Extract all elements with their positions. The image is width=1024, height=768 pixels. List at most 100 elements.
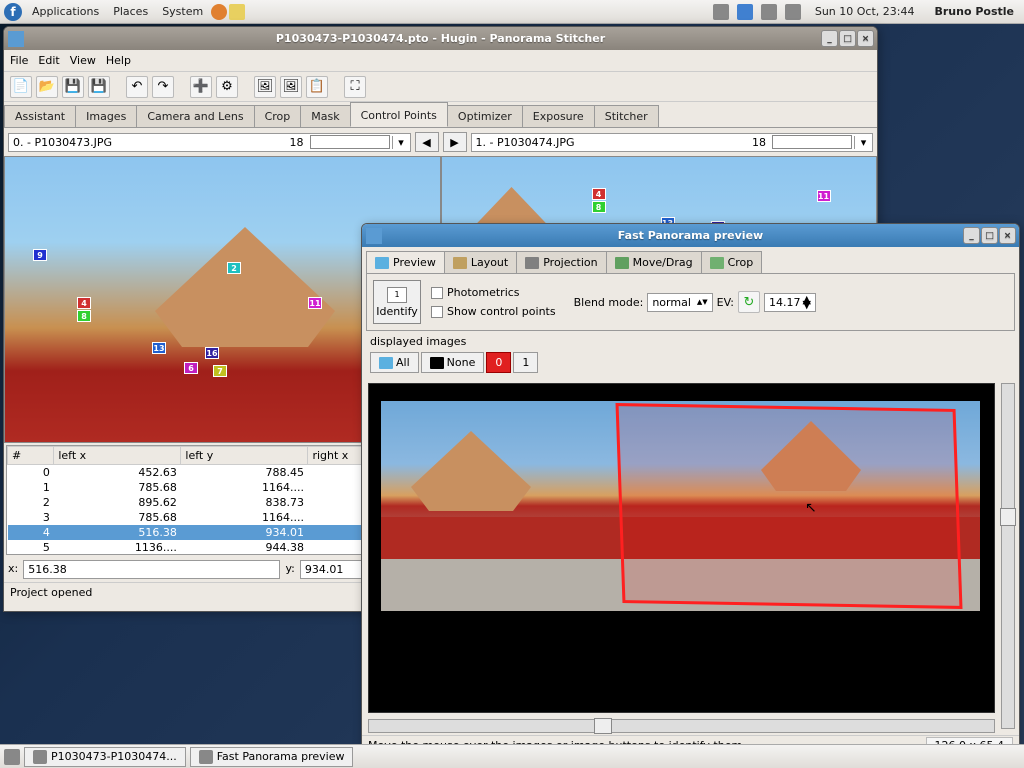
hugin-titlebar[interactable]: P1030473-P1030474.pto - Hugin - Panorama… <box>4 27 877 50</box>
menu-edit[interactable]: Edit <box>38 54 59 67</box>
ptab-preview[interactable]: Preview <box>366 251 445 273</box>
col-leftx[interactable]: left x <box>54 447 181 465</box>
all-button[interactable]: All <box>370 352 419 373</box>
photometrics-label: Photometrics <box>447 286 520 299</box>
right-image-select[interactable]: 1. - P1030474.JPG 18 ▾ <box>471 133 874 152</box>
hugin-task-icon <box>33 750 47 764</box>
ptab-layout[interactable]: Layout <box>444 251 517 273</box>
ev-reset-icon[interactable]: ↻ <box>738 291 760 313</box>
movedrag-icon <box>615 257 629 269</box>
hugin-tabbar: Assistant Images Camera and Lens Crop Ma… <box>4 102 877 128</box>
left-image-count: 18 <box>286 134 308 151</box>
hugin-app-icon <box>8 31 24 47</box>
none-icon <box>430 357 444 369</box>
open-icon[interactable]: 📂 <box>36 76 58 98</box>
tab-crop[interactable]: Crop <box>254 105 302 127</box>
preview-canvas[interactable]: ↖ <box>368 383 995 713</box>
volume-icon[interactable] <box>713 4 729 20</box>
task-hugin[interactable]: P1030473-P1030474... <box>24 747 186 767</box>
tab-stitcher[interactable]: Stitcher <box>594 105 659 127</box>
ptab-projection[interactable]: Projection <box>516 251 606 273</box>
blend-mode-select[interactable]: normal▲▼ <box>647 293 712 312</box>
preview2-icon[interactable]: 🖼 <box>280 76 302 98</box>
tab-assistant[interactable]: Assistant <box>4 105 76 127</box>
menu-help[interactable]: Help <box>106 54 131 67</box>
list-icon[interactable]: 📋 <box>306 76 328 98</box>
blend-label: Blend mode: <box>574 296 644 309</box>
hugin-menubar: File Edit View Help <box>4 50 877 72</box>
prev-pair-button[interactable]: ◀ <box>415 132 439 152</box>
menu-system[interactable]: System <box>156 3 209 20</box>
bluetooth-icon[interactable] <box>737 4 753 20</box>
task-preview[interactable]: Fast Panorama preview <box>190 747 354 767</box>
tab-images[interactable]: Images <box>75 105 137 127</box>
right-image-count: 18 <box>748 134 770 151</box>
optimize-icon[interactable]: ⚙ <box>216 76 238 98</box>
displayed-images-section: displayed images All None 0 1 <box>362 331 1019 377</box>
image-selector-row: 0. - P1030473.JPG 18 ▾ ◀ ▶ 1. - P1030474… <box>4 128 877 156</box>
displayed-images-label: displayed images <box>370 335 1011 348</box>
col-lefty[interactable]: left y <box>181 447 308 465</box>
hugin-toolbar: 📄 📂 💾 💾 ↶ ↷ ➕ ⚙ 🖼 🖼 📋 ⛶ <box>4 72 877 102</box>
tab-camera[interactable]: Camera and Lens <box>136 105 254 127</box>
minimize-button[interactable]: _ <box>963 227 980 244</box>
chevron-down-icon[interactable]: ▾ <box>392 136 410 149</box>
show-desktop-icon[interactable] <box>4 749 20 765</box>
gnome-top-panel: f Applications Places System Sun 10 Oct,… <box>0 0 1024 24</box>
battery-icon[interactable] <box>785 4 801 20</box>
img0-toggle[interactable]: 0 <box>486 352 511 373</box>
crop-icon <box>710 257 724 269</box>
redo-icon[interactable]: ↷ <box>152 76 174 98</box>
addimg-icon[interactable]: ➕ <box>190 76 212 98</box>
left-image-select[interactable]: 0. - P1030473.JPG 18 ▾ <box>8 133 411 152</box>
cursor-icon: ↖ <box>805 500 817 516</box>
save-icon[interactable]: 💾 <box>62 76 84 98</box>
close-button[interactable]: × <box>999 227 1016 244</box>
preview-icon <box>375 257 389 269</box>
preview-titlebar[interactable]: Fast Panorama preview _ □ × <box>362 224 1019 247</box>
preview-tabbar: Preview Layout Projection Move/Drag Crop <box>362 247 1019 273</box>
tab-mask[interactable]: Mask <box>300 105 350 127</box>
menu-applications[interactable]: Applications <box>26 3 105 20</box>
close-button[interactable]: × <box>857 30 874 47</box>
none-button[interactable]: None <box>421 352 485 373</box>
img1-toggle[interactable]: 1 <box>513 352 538 373</box>
x-input[interactable] <box>23 560 280 579</box>
fullscreen-icon[interactable]: ⛶ <box>344 76 366 98</box>
photometrics-checkbox[interactable] <box>431 287 443 299</box>
menu-file[interactable]: File <box>10 54 28 67</box>
status-text: Project opened <box>10 586 92 599</box>
saveas-icon[interactable]: 💾 <box>88 76 110 98</box>
y-label: y: <box>284 560 295 579</box>
next-pair-button[interactable]: ▶ <box>443 132 467 152</box>
layout-icon <box>453 257 467 269</box>
menu-view[interactable]: View <box>70 54 96 67</box>
minimize-button[interactable]: _ <box>821 30 838 47</box>
identify-icon: 1 <box>387 287 407 303</box>
clock[interactable]: Sun 10 Oct, 23:44 <box>809 3 921 20</box>
ptab-crop[interactable]: Crop <box>701 251 763 273</box>
notes-launcher-icon[interactable] <box>229 4 245 20</box>
network-icon[interactable] <box>761 4 777 20</box>
col-num[interactable]: # <box>8 447 54 465</box>
ev-spinner[interactable]: 14.17▲▼ <box>764 293 816 312</box>
showcp-label: Show control points <box>447 305 556 318</box>
maximize-button[interactable]: □ <box>981 227 998 244</box>
vfov-slider[interactable] <box>1001 383 1015 729</box>
showcp-checkbox[interactable] <box>431 306 443 318</box>
identify-button[interactable]: 1 Identify <box>373 280 421 324</box>
tab-exposure[interactable]: Exposure <box>522 105 595 127</box>
preview1-icon[interactable]: 🖼 <box>254 76 276 98</box>
maximize-button[interactable]: □ <box>839 30 856 47</box>
ptab-movedrag[interactable]: Move/Drag <box>606 251 702 273</box>
firefox-launcher-icon[interactable] <box>211 4 227 20</box>
new-icon[interactable]: 📄 <box>10 76 32 98</box>
menu-places[interactable]: Places <box>107 3 154 20</box>
undo-icon[interactable]: ↶ <box>126 76 148 98</box>
hfov-slider[interactable] <box>368 719 995 733</box>
preview-app-icon <box>366 228 382 244</box>
user-menu[interactable]: Bruno Postle <box>928 3 1020 20</box>
tab-control-points[interactable]: Control Points <box>350 102 448 127</box>
tab-optimizer[interactable]: Optimizer <box>447 105 523 127</box>
chevron-down-icon[interactable]: ▾ <box>854 136 872 149</box>
